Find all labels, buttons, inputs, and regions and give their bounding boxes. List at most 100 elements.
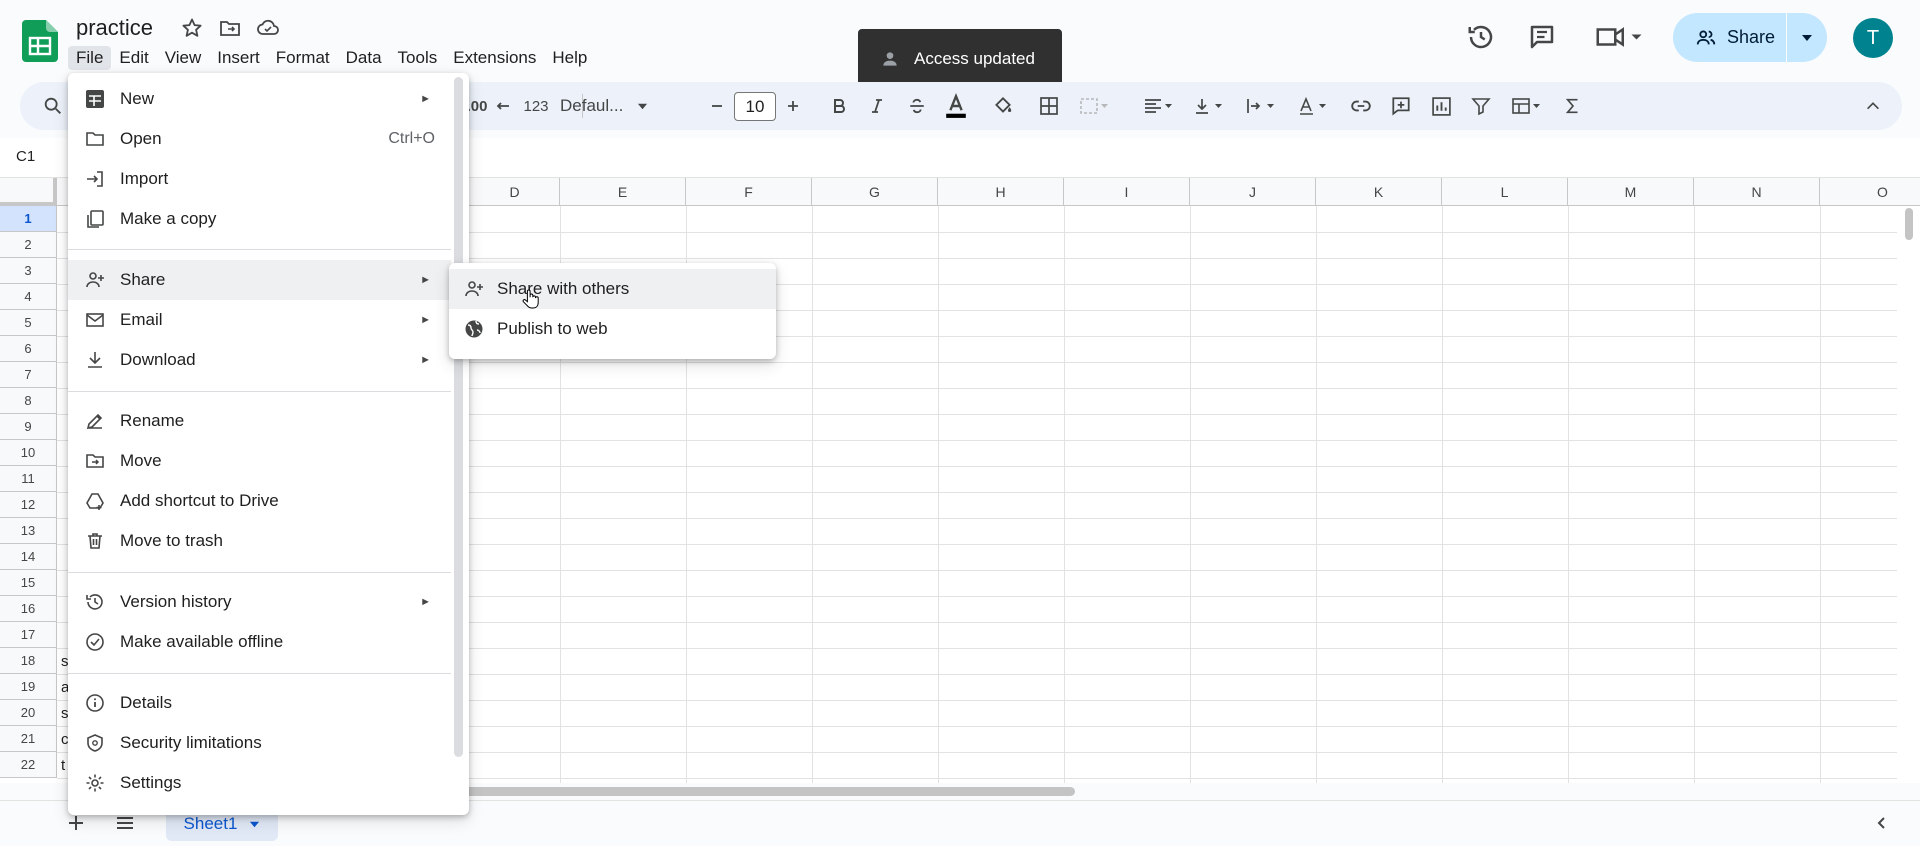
row-header[interactable]: 1 bbox=[0, 206, 57, 232]
font-size-input[interactable]: 10 bbox=[734, 92, 776, 121]
row-header[interactable]: 7 bbox=[0, 362, 57, 388]
column-header[interactable]: M bbox=[1568, 178, 1694, 206]
row-header[interactable]: 21 bbox=[0, 726, 57, 752]
menu-item-move[interactable]: Move bbox=[68, 441, 451, 481]
menu-scrollbar[interactable] bbox=[454, 77, 463, 757]
column-header[interactable]: D bbox=[470, 178, 560, 206]
move-folder-icon[interactable] bbox=[218, 16, 242, 40]
menu-data[interactable]: Data bbox=[338, 46, 390, 70]
sheets-logo-icon[interactable] bbox=[22, 20, 58, 62]
row-header[interactable]: 17 bbox=[0, 622, 57, 648]
version-history-icon[interactable] bbox=[1466, 22, 1496, 52]
menu-item-new[interactable]: New ► bbox=[68, 79, 451, 119]
column-header[interactable]: L bbox=[1442, 178, 1568, 206]
menu-file[interactable]: File bbox=[68, 46, 112, 70]
menu-insert[interactable]: Insert bbox=[209, 46, 268, 70]
name-box[interactable]: C1 bbox=[16, 148, 35, 165]
row-header[interactable]: 13 bbox=[0, 518, 57, 544]
column-header[interactable]: K bbox=[1316, 178, 1442, 206]
row-header[interactable]: 14 bbox=[0, 544, 57, 570]
all-sheets-icon[interactable] bbox=[114, 813, 136, 833]
insert-link-icon[interactable] bbox=[1346, 82, 1376, 130]
cloud-status-icon[interactable] bbox=[256, 16, 280, 40]
horizontal-align-icon[interactable] bbox=[1136, 82, 1180, 130]
row-header[interactable]: 8 bbox=[0, 388, 57, 414]
bold-button[interactable] bbox=[824, 82, 854, 130]
row-header[interactable]: 18 bbox=[0, 648, 57, 674]
submenu-item-publish-to-web[interactable]: Publish to web bbox=[449, 309, 776, 349]
explore-collapse-icon[interactable] bbox=[1874, 815, 1890, 831]
row-header[interactable]: 5 bbox=[0, 310, 57, 336]
meet-icon[interactable] bbox=[1594, 22, 1644, 52]
row-header[interactable]: 22 bbox=[0, 752, 57, 778]
column-header[interactable]: J bbox=[1190, 178, 1316, 206]
cell-a22[interactable]: t bbox=[61, 757, 65, 774]
vertical-align-icon[interactable] bbox=[1186, 82, 1230, 130]
menu-item-email[interactable]: Email ► bbox=[68, 300, 451, 340]
column-header[interactable]: N bbox=[1694, 178, 1820, 206]
row-header[interactable]: 2 bbox=[0, 232, 57, 258]
menu-item-version-history[interactable]: Version history ► bbox=[68, 582, 451, 622]
star-icon[interactable] bbox=[180, 16, 204, 40]
row-header[interactable]: 9 bbox=[0, 414, 57, 440]
column-header[interactable]: O bbox=[1820, 178, 1920, 206]
italic-button[interactable] bbox=[862, 82, 892, 130]
caret-down-icon[interactable] bbox=[249, 819, 260, 830]
menu-tools[interactable]: Tools bbox=[390, 46, 446, 70]
text-color-button[interactable] bbox=[940, 82, 972, 130]
horizontal-scrollbar-thumb[interactable] bbox=[400, 787, 1075, 796]
document-title[interactable]: practice bbox=[76, 15, 153, 41]
share-dropdown-button[interactable] bbox=[1787, 13, 1827, 62]
menu-edit[interactable]: Edit bbox=[111, 46, 156, 70]
decrease-font-size-button[interactable] bbox=[702, 82, 732, 130]
filter-views-icon[interactable] bbox=[1504, 82, 1548, 130]
functions-sigma-icon[interactable] bbox=[1558, 82, 1588, 130]
filter-icon[interactable] bbox=[1466, 82, 1496, 130]
row-header[interactable]: 19 bbox=[0, 674, 57, 700]
menu-item-add-shortcut[interactable]: Add shortcut to Drive bbox=[68, 481, 451, 521]
collapse-toolbar-icon[interactable] bbox=[1858, 82, 1888, 130]
font-family-select[interactable]: Defaul... bbox=[560, 82, 690, 130]
search-menus-icon[interactable] bbox=[38, 82, 68, 130]
row-header[interactable]: 6 bbox=[0, 336, 57, 362]
select-all-corner[interactable] bbox=[0, 178, 57, 206]
menu-item-rename[interactable]: Rename bbox=[68, 401, 451, 441]
menu-help[interactable]: Help bbox=[544, 46, 595, 70]
share-button[interactable]: Share bbox=[1673, 13, 1827, 62]
menu-extensions[interactable]: Extensions bbox=[445, 46, 544, 70]
menu-item-security-limitations[interactable]: Security limitations bbox=[68, 723, 451, 763]
column-header[interactable]: H bbox=[938, 178, 1064, 206]
menu-item-open[interactable]: Open Ctrl+O bbox=[68, 119, 451, 159]
menu-item-share[interactable]: Share ► bbox=[68, 260, 451, 300]
insert-chart-icon[interactable] bbox=[1426, 82, 1456, 130]
menu-item-import[interactable]: Import bbox=[68, 159, 451, 199]
column-header[interactable]: G bbox=[812, 178, 938, 206]
insert-comment-icon[interactable] bbox=[1386, 82, 1416, 130]
text-rotation-icon[interactable] bbox=[1290, 82, 1334, 130]
merge-cells-icon[interactable] bbox=[1072, 82, 1116, 130]
row-header[interactable]: 3 bbox=[0, 258, 57, 284]
account-avatar[interactable]: T bbox=[1853, 18, 1893, 58]
row-header[interactable]: 15 bbox=[0, 570, 57, 596]
add-sheet-icon[interactable] bbox=[66, 813, 86, 833]
row-header[interactable]: 20 bbox=[0, 700, 57, 726]
menu-item-download[interactable]: Download ► bbox=[68, 340, 451, 380]
menu-view[interactable]: View bbox=[157, 46, 210, 70]
column-header[interactable]: F bbox=[686, 178, 812, 206]
text-wrapping-icon[interactable] bbox=[1238, 82, 1282, 130]
number-format-button[interactable]: 123 bbox=[516, 82, 556, 130]
submenu-item-share-with-others[interactable]: Share with others bbox=[449, 269, 776, 309]
column-header[interactable]: E bbox=[560, 178, 686, 206]
menu-item-details[interactable]: Details bbox=[68, 683, 451, 723]
increase-font-size-button[interactable] bbox=[778, 82, 808, 130]
vertical-scrollbar-thumb[interactable] bbox=[1905, 208, 1913, 240]
row-header[interactable]: 16 bbox=[0, 596, 57, 622]
row-header[interactable]: 12 bbox=[0, 492, 57, 518]
menu-format[interactable]: Format bbox=[268, 46, 338, 70]
row-header[interactable]: 4 bbox=[0, 284, 57, 310]
row-header[interactable]: 10 bbox=[0, 440, 57, 466]
menu-item-move-to-trash[interactable]: Move to trash bbox=[68, 521, 451, 561]
column-header[interactable]: I bbox=[1064, 178, 1190, 206]
menu-item-make-offline[interactable]: Make available offline bbox=[68, 622, 451, 662]
menu-item-settings[interactable]: Settings bbox=[68, 763, 451, 803]
